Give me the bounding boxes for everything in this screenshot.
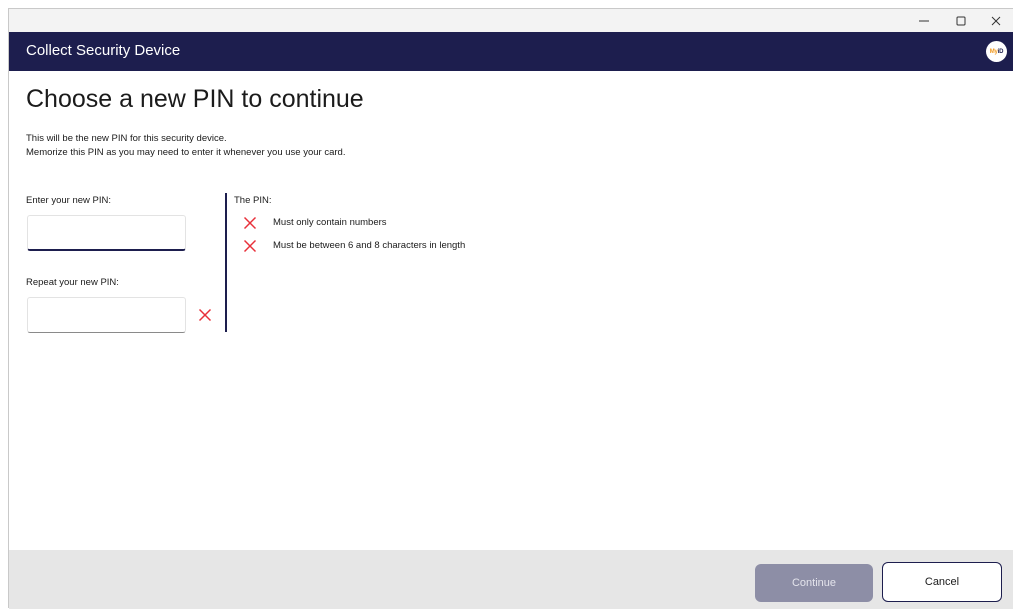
cross-icon (243, 216, 257, 230)
app-window: Collect Security Device My iD Choose a ne… (8, 8, 1013, 609)
description-line-1: This will be the new PIN for this securi… (26, 133, 227, 144)
logo-text-my: My (989, 48, 998, 55)
page-description: This will be the new PIN for this securi… (26, 132, 345, 160)
pin-rules-heading: The PIN: (234, 195, 272, 206)
cross-icon (243, 239, 257, 253)
description-line-2: Memorize this PIN as you may need to ent… (26, 147, 346, 158)
footer-bar: Continue Cancel (9, 550, 1013, 609)
maximize-button[interactable] (944, 9, 978, 32)
close-icon (991, 16, 1001, 25)
app-title: Collect Security Device (26, 42, 181, 59)
cancel-button[interactable]: Cancel (882, 562, 1002, 602)
app-header: Collect Security Device My iD (9, 32, 1013, 71)
cross-icon (198, 308, 212, 322)
window-titlebar (9, 9, 1013, 32)
section-divider (225, 193, 227, 332)
maximize-icon (956, 16, 966, 25)
pin-rule-text: Must be between 6 and 8 characters in le… (273, 240, 466, 251)
repeat-pin-label: Repeat your new PIN: (26, 277, 119, 288)
repeat-pin-input[interactable] (27, 297, 186, 333)
page-title: Choose a new PIN to continue (26, 85, 364, 113)
minimize-icon (919, 20, 929, 21)
myid-logo: My iD (986, 41, 1007, 62)
new-pin-input[interactable] (27, 215, 186, 251)
pin-rule-text: Must only contain numbers (273, 217, 387, 228)
continue-button[interactable]: Continue (755, 564, 873, 602)
close-window-button[interactable] (979, 9, 1013, 32)
logo-text-id: iD (997, 48, 1004, 55)
minimize-button[interactable] (907, 9, 941, 32)
new-pin-label: Enter your new PIN: (26, 195, 112, 206)
